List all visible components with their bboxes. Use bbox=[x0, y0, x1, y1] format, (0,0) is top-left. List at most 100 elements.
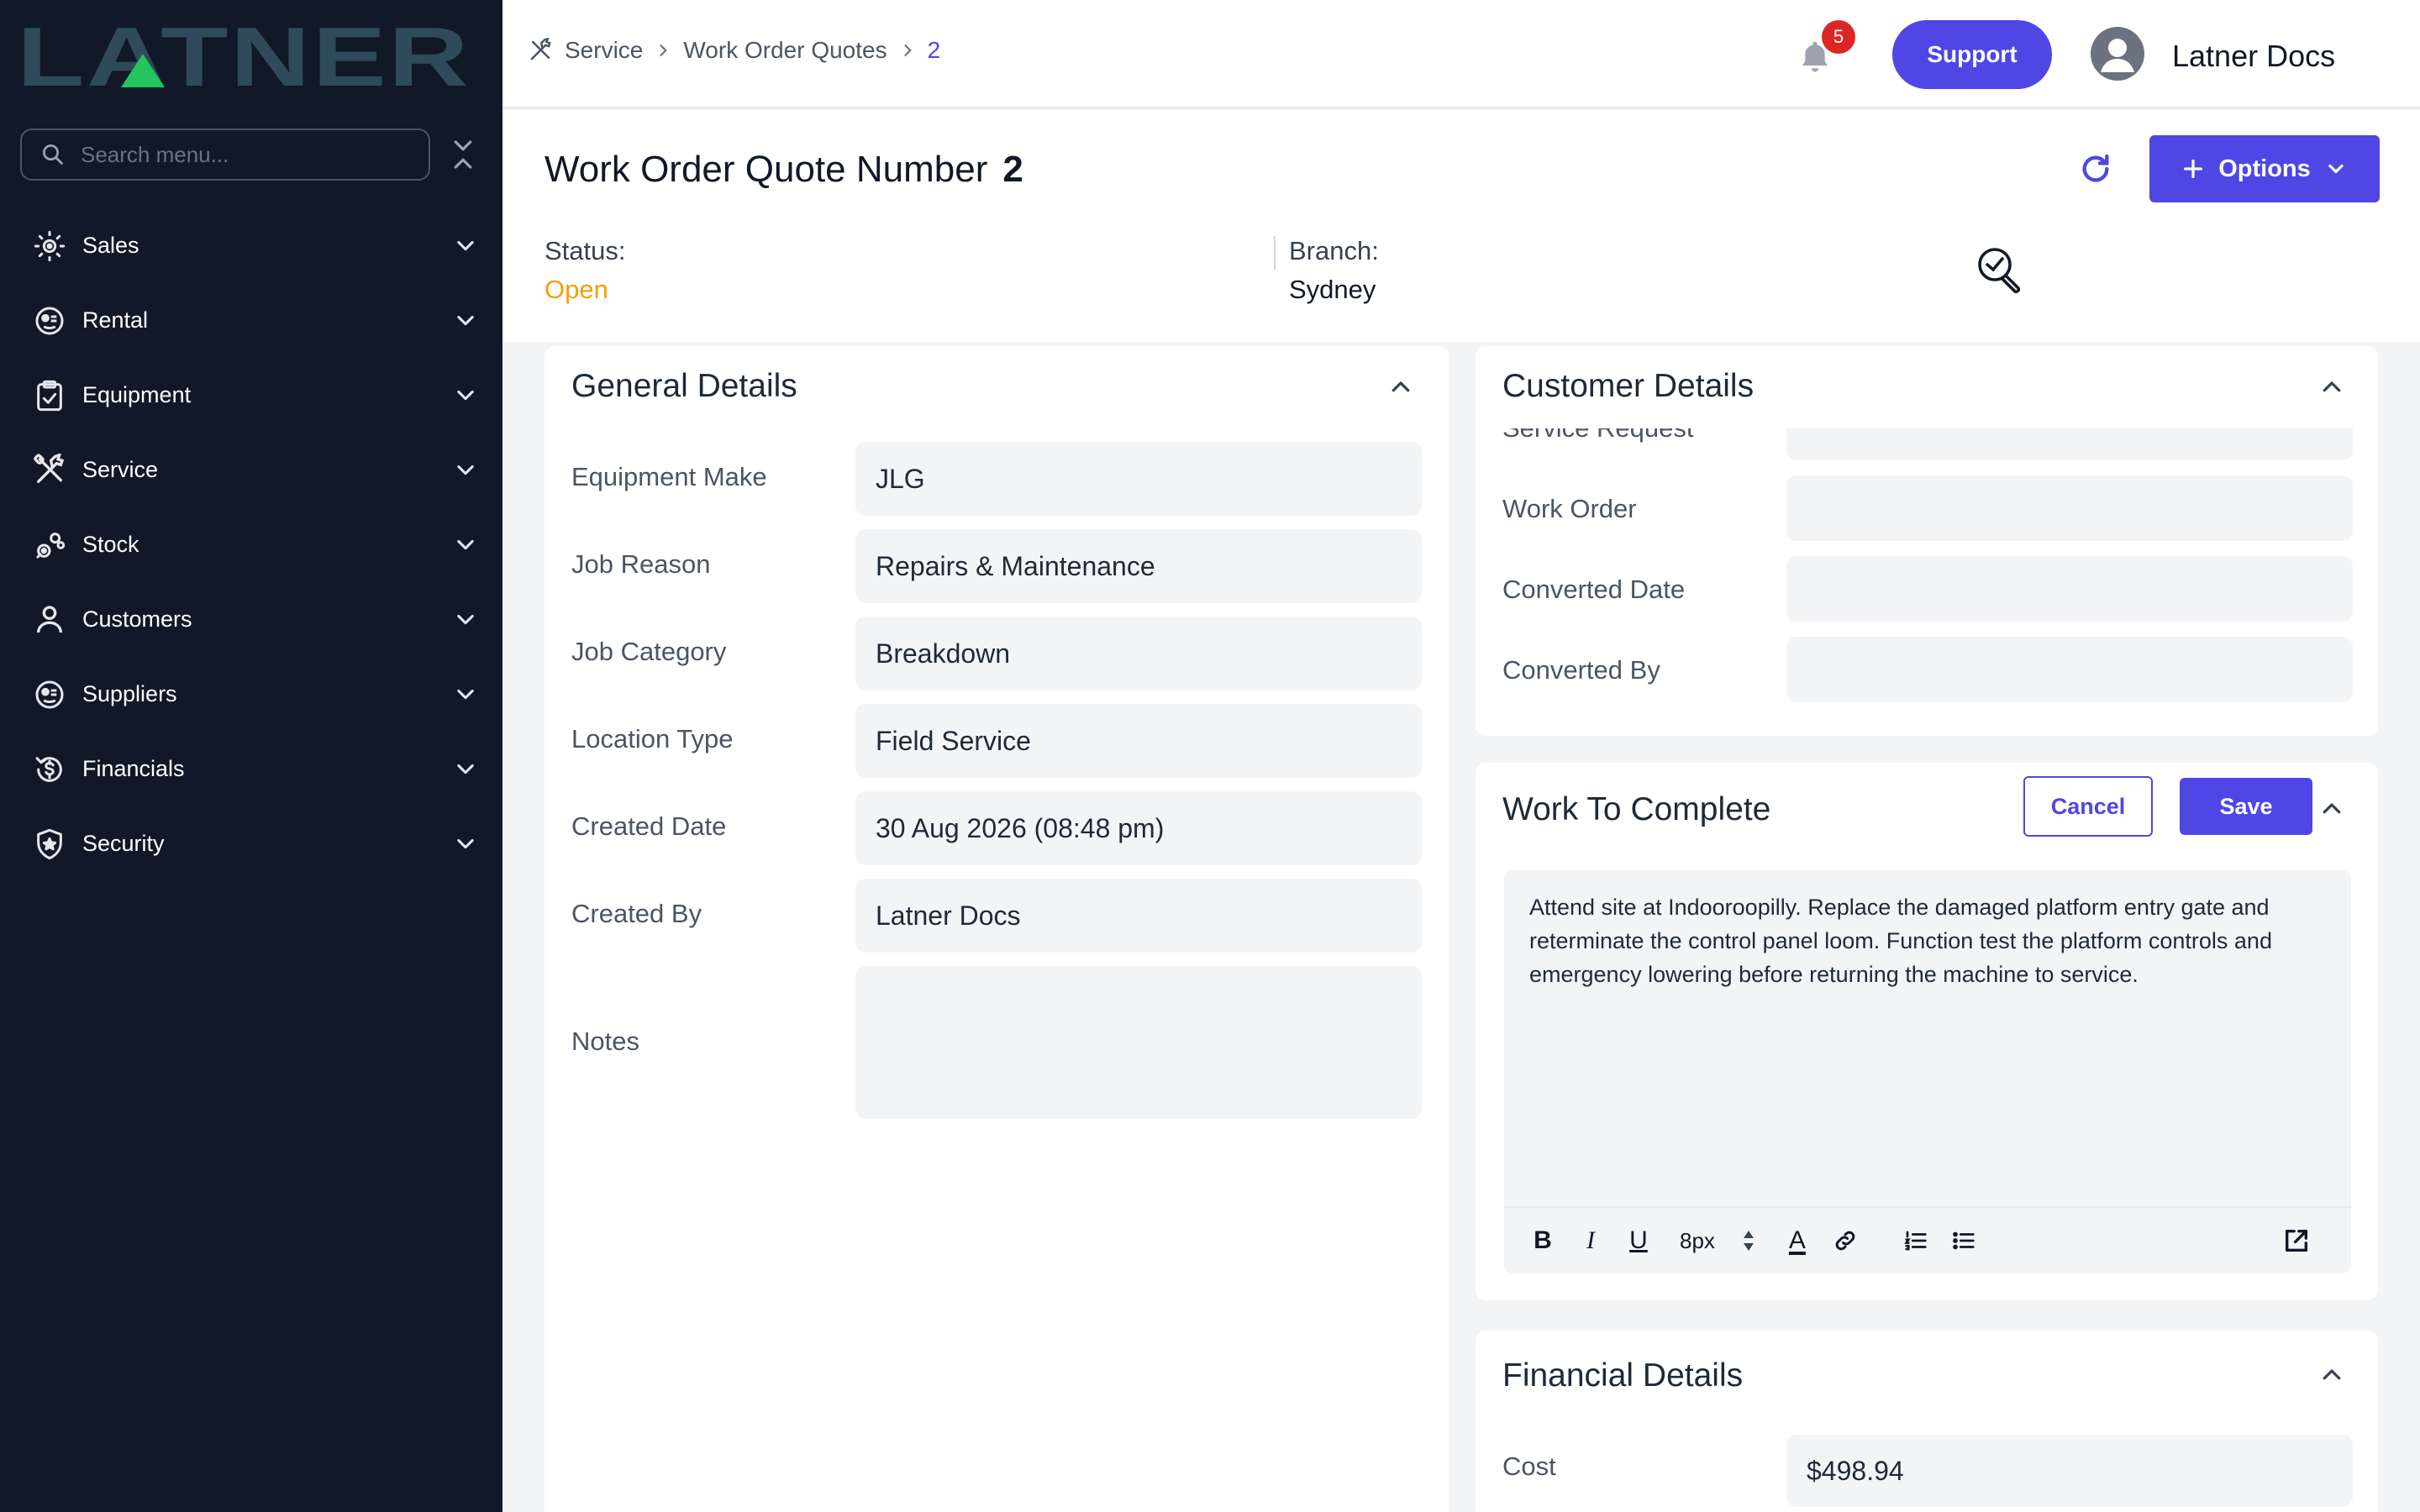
external-link-icon[interactable] bbox=[2282, 1226, 2311, 1255]
sidebar-item-label: Suppliers bbox=[82, 681, 177, 706]
sidebar-item-label: Sales bbox=[82, 233, 139, 258]
chevron-up-icon[interactable] bbox=[1388, 375, 1413, 400]
sort-arrows-icon[interactable] bbox=[1740, 1228, 1757, 1253]
clipboard-icon bbox=[32, 378, 67, 413]
font-size-select[interactable]: 8px bbox=[1680, 1228, 1715, 1254]
chevron-up-icon[interactable] bbox=[2319, 796, 2344, 822]
italic-button[interactable]: I bbox=[1576, 1226, 1606, 1256]
avatar[interactable] bbox=[2091, 27, 2144, 81]
editor-content[interactable]: Attend site at Indooroopilly. Replace th… bbox=[1529, 890, 2328, 991]
save-button[interactable]: Save bbox=[2180, 778, 2312, 835]
chevron-down-icon bbox=[457, 390, 474, 401]
customer-details-title: Customer Details bbox=[1502, 368, 1754, 404]
options-button[interactable]: Options bbox=[2149, 135, 2380, 202]
rich-text-editor[interactable]: Attend site at Indooroopilly. Replace th… bbox=[1504, 870, 2351, 1273]
sidebar-item-sales[interactable]: Sales bbox=[0, 208, 502, 283]
quote-header: Work Order Quote Number 2 Options Status:… bbox=[502, 110, 2420, 342]
sidebar-item-service[interactable]: Service bbox=[0, 433, 502, 507]
cost-field[interactable]: $498.94 bbox=[1786, 1435, 2353, 1507]
field-label: Cost bbox=[1502, 1452, 1556, 1481]
search-icon bbox=[43, 144, 64, 165]
equipment-make-field[interactable]: JLG bbox=[855, 442, 1422, 516]
chevron-down-icon bbox=[457, 689, 474, 700]
menu-search-input[interactable] bbox=[81, 141, 417, 168]
user-name[interactable]: Latner Docs bbox=[2172, 39, 2335, 74]
sidebar-item-suppliers[interactable]: Suppliers bbox=[0, 657, 502, 732]
sidebar-item-security[interactable]: Security bbox=[0, 806, 502, 881]
field-label: Created By bbox=[571, 899, 702, 928]
financial-details-title: Financial Details bbox=[1502, 1357, 1744, 1394]
created-by-field[interactable]: Latner Docs bbox=[855, 879, 1422, 953]
sidebar-item-equipment[interactable]: Equipment bbox=[0, 358, 502, 433]
work-order-field[interactable] bbox=[1786, 475, 2353, 541]
notification-count-badge: 5 bbox=[1822, 20, 1855, 54]
service-request-field[interactable] bbox=[1786, 428, 2353, 460]
general-details-card: General Details Equipment Make JLG Job R… bbox=[544, 346, 1449, 1512]
breadcrumb-current: 2 bbox=[927, 37, 941, 63]
tools-icon bbox=[530, 38, 551, 60]
chevron-down-icon bbox=[457, 465, 474, 475]
text-color-button[interactable]: A bbox=[1782, 1226, 1812, 1256]
chevron-down-icon bbox=[457, 838, 474, 849]
field-label: Job Reason bbox=[571, 549, 711, 579]
search-check-icon[interactable] bbox=[1975, 244, 2025, 295]
options-label: Options bbox=[2218, 155, 2311, 182]
rental-icon bbox=[32, 303, 67, 339]
collapse-menu-icon[interactable] bbox=[450, 138, 476, 171]
location-type-field[interactable]: Field Service bbox=[855, 704, 1422, 778]
customer-details-scroll[interactable]: Service Request Work Order Converted Dat… bbox=[1476, 428, 2378, 727]
customer-details-card: Customer Details Service Request Work Or… bbox=[1476, 346, 2378, 736]
chevron-up-icon[interactable] bbox=[2319, 375, 2344, 400]
menu-search[interactable] bbox=[20, 129, 430, 181]
field-label: Job Category bbox=[571, 637, 727, 666]
chevron-down-icon bbox=[457, 240, 474, 251]
status-value: Open bbox=[544, 275, 608, 304]
sidebar-item-financials[interactable]: Financials bbox=[0, 732, 502, 806]
page-title: Work Order Quote Number 2 bbox=[544, 149, 1023, 191]
breadcrumb-work-order-quotes[interactable]: Work Order Quotes bbox=[683, 37, 886, 64]
converted-by-field[interactable] bbox=[1786, 637, 2353, 702]
top-bar: Service Work Order Quotes 2 5 Support La… bbox=[502, 0, 2420, 108]
plus-icon bbox=[2184, 160, 2203, 178]
sidebar-item-customers[interactable]: Customers bbox=[0, 582, 502, 657]
bold-button[interactable]: B bbox=[1528, 1226, 1558, 1256]
cancel-button[interactable]: Cancel bbox=[2023, 776, 2153, 837]
support-button[interactable]: Support bbox=[1892, 20, 2052, 89]
field-label: Created Date bbox=[571, 811, 727, 841]
bullet-list-button[interactable] bbox=[1949, 1226, 1979, 1256]
bullet-list-icon bbox=[1953, 1231, 1975, 1250]
job-category-field[interactable]: Breakdown bbox=[855, 617, 1422, 690]
latner-logo[interactable]: LATNER bbox=[17, 20, 471, 92]
divider bbox=[1274, 236, 1276, 270]
field-label: Service Request bbox=[1502, 428, 1693, 444]
field-label: Converted Date bbox=[1502, 575, 1686, 604]
chevron-down-icon bbox=[457, 315, 474, 326]
field-label: Notes bbox=[571, 1026, 639, 1056]
sidebar-item-rental[interactable]: Rental bbox=[0, 283, 502, 358]
chevron-up-icon[interactable] bbox=[2319, 1362, 2344, 1388]
ordered-list-button[interactable] bbox=[1901, 1226, 1931, 1256]
created-date-field[interactable]: 30 Aug 2026 (08:48 pm) bbox=[855, 791, 1422, 865]
underline-button[interactable]: U bbox=[1623, 1226, 1654, 1256]
chevron-right-icon bbox=[904, 45, 912, 56]
user-icon bbox=[32, 602, 67, 638]
refresh-icon[interactable] bbox=[2079, 152, 2112, 186]
converted-date-field[interactable] bbox=[1786, 556, 2353, 622]
job-reason-field[interactable]: Repairs & Maintenance bbox=[855, 529, 1422, 603]
shield-icon bbox=[32, 827, 67, 862]
field-label: Equipment Make bbox=[571, 462, 767, 491]
logo-text: LATNER bbox=[17, 20, 471, 92]
link-button[interactable] bbox=[1830, 1226, 1860, 1256]
sidebar: LATNER Sales Rental Equipment Service bbox=[0, 0, 502, 1512]
breadcrumb-service[interactable]: Service bbox=[565, 37, 643, 64]
sidebar-item-label: Rental bbox=[82, 307, 149, 333]
work-to-complete-title: Work To Complete bbox=[1502, 791, 1771, 827]
dollar-icon bbox=[32, 752, 67, 787]
sales-icon bbox=[32, 228, 67, 264]
sidebar-item-label: Customers bbox=[82, 606, 192, 632]
notes-field[interactable] bbox=[855, 966, 1422, 1119]
sidebar-item-stock[interactable]: Stock bbox=[0, 507, 502, 582]
sidebar-item-label: Stock bbox=[82, 532, 139, 557]
user-avatar-icon bbox=[2101, 39, 2134, 72]
chevron-down-icon bbox=[457, 539, 474, 550]
